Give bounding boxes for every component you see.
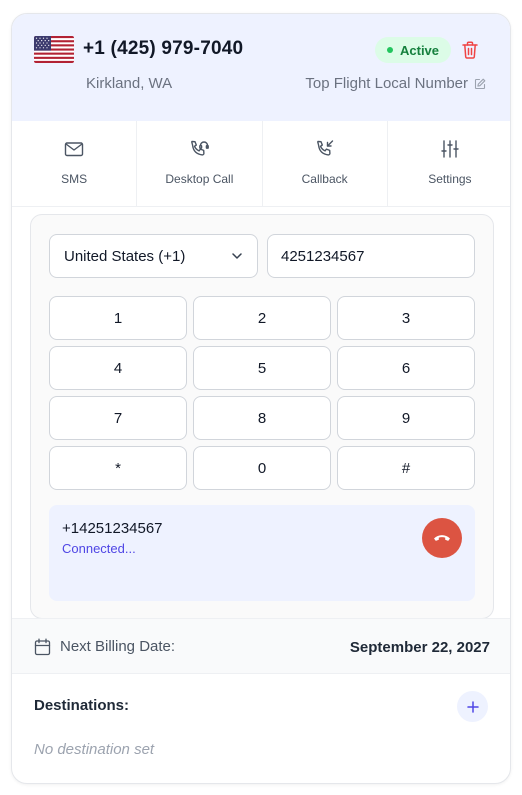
key-4[interactable]: 4	[49, 346, 187, 390]
status-badge: Active	[375, 37, 452, 63]
action-bar: SMS Desktop Call Callback Settings	[12, 121, 510, 207]
key-2[interactable]: 2	[193, 296, 331, 340]
number-header: +1 (425) 979-7040 Active Kirkland, WA To…	[12, 14, 510, 121]
destinations-title: Destinations:	[34, 697, 130, 714]
incoming-call-icon	[316, 140, 333, 156]
number-location: Kirkland, WA	[86, 75, 173, 92]
billing-row: Next Billing Date: September 22, 2027	[12, 618, 510, 674]
active-call-panel: +14251234567 Connected...	[49, 505, 475, 601]
hangup-button[interactable]	[422, 518, 462, 558]
key-9[interactable]: 9	[337, 396, 475, 440]
key-7[interactable]: 7	[49, 396, 187, 440]
billing-label: Next Billing Date:	[60, 638, 176, 655]
trash-icon[interactable]	[462, 41, 478, 59]
key-0[interactable]: 0	[193, 446, 331, 490]
sliders-icon	[441, 140, 459, 158]
billing-date: September 22, 2027	[349, 639, 490, 656]
edit-icon[interactable]	[474, 78, 486, 90]
destinations-empty-text: No destination set	[34, 741, 155, 758]
us-flag-icon	[34, 36, 74, 63]
number-name[interactable]: Top Flight Local Number	[305, 75, 486, 92]
status-dot-icon	[387, 47, 393, 53]
phone-number: +1 (425) 979-7040	[83, 38, 244, 59]
desktop-call-label: Desktop Call	[165, 172, 234, 186]
callback-label: Callback	[301, 172, 348, 186]
settings-label: Settings	[428, 172, 472, 186]
callback-button[interactable]: Callback	[263, 121, 388, 206]
sms-button[interactable]: SMS	[12, 121, 138, 206]
status-label: Active	[400, 42, 440, 58]
plus-icon	[466, 700, 479, 713]
dial-number-input[interactable]	[267, 234, 475, 278]
country-select[interactable]: United States (+1)	[49, 234, 258, 278]
hangup-icon	[434, 535, 450, 541]
active-call-number: +14251234567	[62, 520, 163, 537]
key-6[interactable]: 6	[337, 346, 475, 390]
chevron-down-icon	[232, 253, 242, 259]
country-select-value: United States (+1)	[64, 247, 186, 265]
key-1[interactable]: 1	[49, 296, 187, 340]
dialer-panel: United States (+1) 1 2 3 4 5 6 7 8 9 * 0…	[30, 214, 494, 619]
number-name-label: Top Flight Local Number	[305, 75, 468, 92]
key-3[interactable]: 3	[337, 296, 475, 340]
key-star[interactable]: *	[49, 446, 187, 490]
sms-label: SMS	[61, 172, 88, 186]
keypad: 1 2 3 4 5 6 7 8 9 * 0 #	[49, 296, 475, 490]
key-5[interactable]: 5	[193, 346, 331, 390]
key-hash[interactable]: #	[337, 446, 475, 490]
phone-number-card: +1 (425) 979-7040 Active Kirkland, WA To…	[11, 13, 511, 784]
desktop-call-button[interactable]: Desktop Call	[137, 121, 263, 206]
envelope-icon	[64, 142, 84, 157]
key-8[interactable]: 8	[193, 396, 331, 440]
calendar-icon	[34, 638, 51, 656]
headset-phone-icon	[191, 140, 210, 156]
add-destination-button[interactable]	[457, 691, 488, 722]
active-call-status: Connected...	[62, 541, 136, 556]
settings-button[interactable]: Settings	[388, 121, 510, 206]
